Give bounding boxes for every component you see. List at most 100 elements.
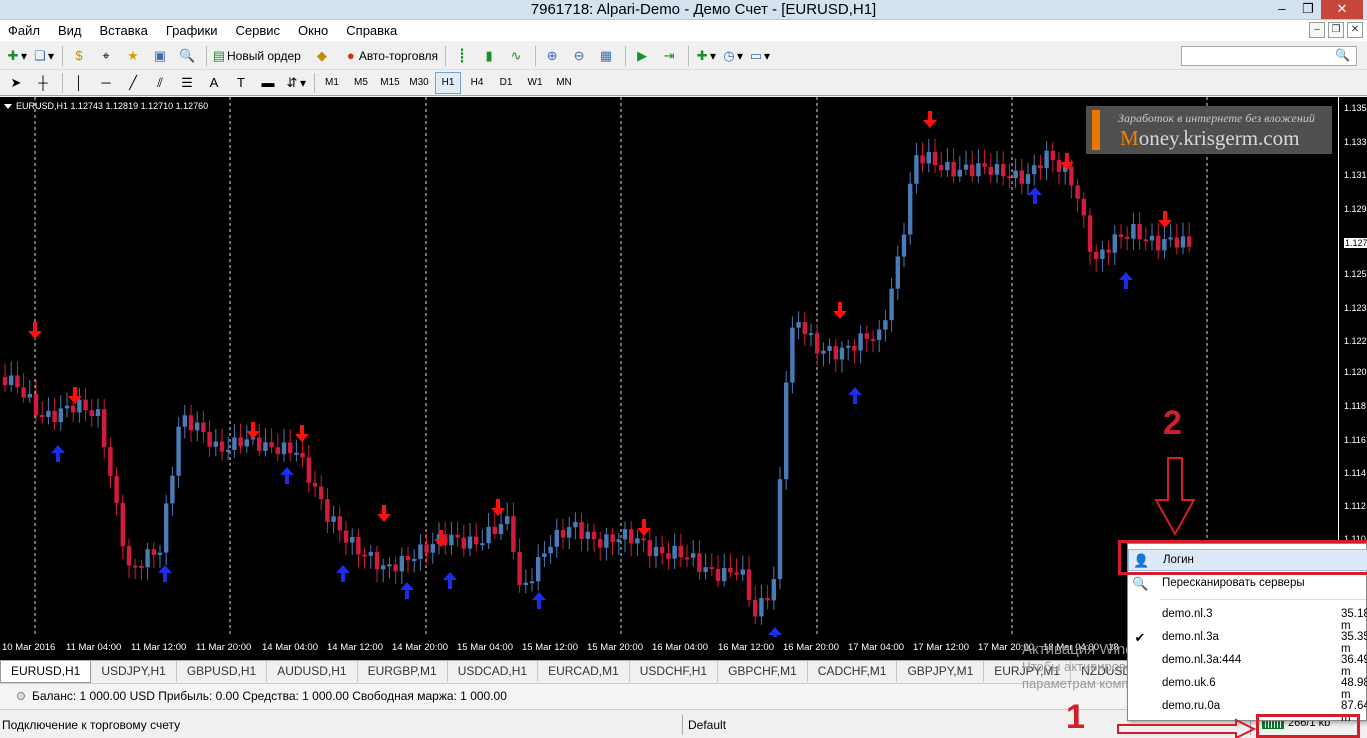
chart-tab[interactable]: GBPCHF,M1 [718,661,808,682]
chart-shift-button[interactable]: ⇥ [657,45,681,67]
timeframe-m1[interactable]: M1 [319,72,345,94]
new-chart-button[interactable]: ✚ ▾ [4,45,28,67]
trendline-tool[interactable]: ╱ [121,72,145,94]
chart-tab[interactable]: AUDUSD,H1 [267,661,358,682]
data-window-button[interactable]: ⌖ [94,45,118,67]
time-label: 11 Mar 12:00 [131,642,187,653]
candle-body [1106,249,1111,253]
candle-body [319,486,324,500]
candle-body [1025,174,1031,184]
chart-tab[interactable]: USDCHF,H1 [630,661,719,682]
restore-button[interactable]: ❐ [1295,0,1321,19]
market-watch-button[interactable]: $ [67,45,91,67]
channel-tool[interactable]: ⫽ [148,72,172,94]
account-summary: Баланс: 1 000.00 USD Прибыль: 0.00 Средс… [32,689,507,703]
rectangle-tool[interactable]: ▬ [256,72,280,94]
chart-tab[interactable]: GBPUSD,H1 [177,661,268,682]
menu-view[interactable]: Вид [58,23,82,38]
timeframe-m5[interactable]: M5 [348,72,374,94]
mdi-minimize-button[interactable]: – [1309,22,1325,38]
mdi-close-button[interactable]: ✕ [1347,22,1363,38]
candle-body [77,399,82,413]
navigator-button[interactable]: ★ [121,45,145,67]
crosshair-target-icon: ⌖ [102,47,110,63]
timeframe-m15[interactable]: M15 [377,72,403,94]
arrows-tool[interactable]: ⇵ ▾ [283,72,307,94]
text-tool[interactable]: A [202,72,226,94]
timeframe-h1[interactable]: H1 [435,71,461,94]
periods-button[interactable]: ◷ ▾ [720,45,744,67]
server-item[interactable]: demo.nl.3a:444 36.49 m [1128,650,1367,678]
line-chart-button[interactable]: ∿ [504,45,528,67]
candlestick-button[interactable]: ▮ [477,45,501,67]
metaeditor-button[interactable]: ◆ [310,45,334,67]
candle-body [188,415,194,431]
candle-body [827,346,832,351]
timeframe-w1[interactable]: W1 [522,72,548,94]
window-icon: ▣ [153,47,167,63]
mdi-restore-button[interactable]: ❐ [1328,22,1344,38]
zoom-in-button[interactable]: ⊕ [540,45,564,67]
status-message: Подключение к торговому счету [2,718,181,732]
time-label: 17 Mar 12:00 [913,642,969,653]
menu-file[interactable]: Файл [8,23,40,38]
menu-insert[interactable]: Вставка [100,23,148,38]
timeframe-mn[interactable]: MN [551,72,577,94]
server-item[interactable]: ✔ demo.nl.3a 35.35 m [1128,627,1367,655]
search-input[interactable]: 🔍 [1181,46,1357,66]
candle-body [480,543,485,546]
minimize-button[interactable]: – [1269,0,1295,19]
chart-tab[interactable]: EURCAD,M1 [538,661,630,682]
indicators-button[interactable]: ✚ ▾ [693,45,717,67]
candle-body [889,288,894,321]
price-label: 1.133 [1344,137,1367,147]
candle-body [573,521,578,528]
menu-window[interactable]: Окно [298,23,328,38]
crosshair-tool[interactable]: ┼ [31,72,55,94]
templates-button[interactable]: ▭ ▾ [747,45,771,67]
candle-body [765,598,770,601]
fibonacci-icon: ☰ [181,74,193,90]
candle-body [1075,185,1080,199]
fibonacci-tool[interactable]: ☰ [175,72,199,94]
tile-windows-button[interactable]: ▦ [594,45,618,67]
server-item[interactable]: demo.uk.6 48.98 m [1128,673,1367,701]
candle-body [691,553,696,558]
close-button[interactable]: ✕ [1321,0,1363,19]
chart-tab[interactable]: GBPJPY,M1 [897,661,985,682]
candle-body [505,516,510,525]
strategy-tester-button[interactable]: 🔍 [175,45,199,67]
chart-tab[interactable]: USDJPY,H1 [91,661,177,682]
text-label-tool[interactable]: T [229,72,253,94]
timeframe-m30[interactable]: M30 [406,72,432,94]
cursor-tool[interactable]: ➤ [4,72,28,94]
candle-body [610,534,615,543]
autoscroll-button[interactable]: ▶ [630,45,654,67]
horizontal-line-tool[interactable]: ─ [94,72,118,94]
timeframe-d1[interactable]: D1 [493,72,519,94]
sell-arrow [28,322,42,339]
new-order-button[interactable]: ▤ Новый ордер [211,45,301,67]
candle-body [641,538,646,541]
chart-tab[interactable]: EURGBP,M1 [358,661,448,682]
rescan-servers-menu-item[interactable]: 🔍 Пересканировать серверы [1128,573,1367,595]
candle-body [771,579,776,601]
candle-body [275,447,280,455]
chart-tab[interactable]: EURUSD,H1 [0,661,92,683]
vertical-line-tool[interactable]: │ [67,72,91,94]
server-item[interactable]: demo.nl.3 35.18 m [1128,604,1367,632]
chart-tab[interactable]: CADCHF,M1 [808,661,898,682]
menu-tools[interactable]: Сервис [236,23,281,38]
auto-trading-button[interactable]: ● Авто-торговля [343,45,438,67]
chart-tab[interactable]: USDCAD,H1 [448,661,539,682]
candle-body [982,163,987,167]
candle-body [405,556,411,561]
timeframe-h4[interactable]: H4 [464,72,490,94]
profiles-button[interactable]: ❏ ▾ [31,45,55,67]
terminal-button[interactable]: ▣ [148,45,172,67]
menu-charts[interactable]: Графики [166,23,218,38]
bar-chart-button[interactable]: ┋ [450,45,474,67]
candle-body [864,333,869,339]
menu-help[interactable]: Справка [346,23,397,38]
zoom-out-button[interactable]: ⊖ [567,45,591,67]
